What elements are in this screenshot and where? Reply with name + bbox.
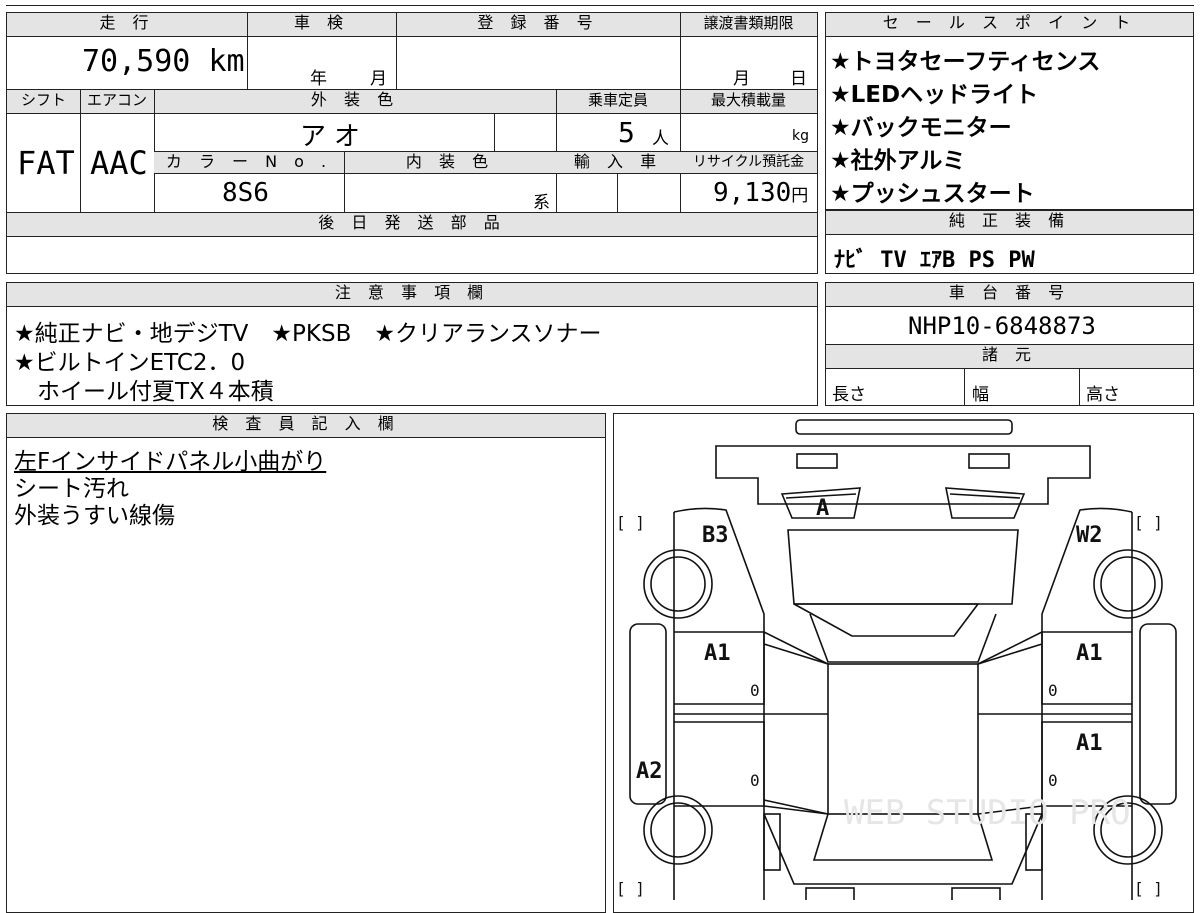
- registration-header: 登 録 番 号: [396, 13, 680, 37]
- sales-point: ★LEDヘッドライト: [830, 82, 1039, 108]
- import-header: 輸 入 車: [556, 152, 680, 174]
- inspection-year-label: 年: [310, 69, 327, 89]
- car-diagram: A B3 W2 A1 A1 A1 A2 0 0 0 0 [ ] [ ] [ ] …: [616, 419, 1177, 900]
- door-zero: 0: [1048, 771, 1058, 790]
- exterior-color-value: アオ: [300, 122, 369, 152]
- sales-point: ★トヨタセーフティセンス: [830, 49, 1101, 75]
- sales-points-list: ★トヨタセーフティセンス ★LEDヘッドライト ★バックモニター ★社外アルミ …: [830, 42, 1100, 207]
- aircon-header: エアコン: [80, 90, 154, 114]
- specs-header: 諸 元: [826, 345, 1193, 369]
- transfer-deadline-header: 譲渡書類期限: [680, 13, 817, 37]
- mileage-header: 走 行: [7, 13, 247, 37]
- notes-list: ★純正ナビ・地デジTV ★PKSB ★クリアランスソナー ★ビルトインETC2．…: [14, 314, 602, 405]
- mark-right-rear-door: A1: [1076, 731, 1103, 756]
- color-no-value: 8S6: [222, 178, 269, 208]
- height-label: 高さ: [1086, 385, 1120, 405]
- bracket: [ ]: [616, 513, 645, 532]
- door-zero: 0: [750, 681, 760, 700]
- recycle-value: 9,130円: [713, 178, 809, 208]
- genuine-equipment-header: 純 正 装 備: [826, 211, 1193, 235]
- capacity-value: 5: [618, 116, 635, 149]
- note-line: ホイール付夏TX４本積: [14, 379, 274, 405]
- width-label: 幅: [972, 385, 989, 405]
- sales-point: ★プッシュスタート: [830, 181, 1035, 207]
- sales-points-header: セ ー ル ス ポ イ ン ト: [826, 13, 1193, 37]
- watermark: WEB STUDIO PRO: [844, 793, 1131, 833]
- capacity-header: 乗車定員: [556, 90, 680, 114]
- top-strip: [6, 0, 1194, 6]
- interior-suffix: 系: [533, 193, 550, 213]
- bracket: [ ]: [1134, 513, 1163, 532]
- color-no-header: カ ラ ー N o .: [154, 152, 344, 174]
- sales-point: ★バックモニター: [830, 115, 1012, 141]
- deadline-month-label: 月: [733, 69, 750, 89]
- inspector-header: 検 査 員 記 入 欄: [7, 414, 605, 438]
- inspection-header: 車 検: [247, 13, 396, 37]
- note-line: ★純正ナビ・地デジTV ★PKSB ★クリアランスソナー: [14, 321, 602, 347]
- door-zero: 0: [750, 771, 760, 790]
- inspector-note: 左Fインサイドパネル小曲がり: [14, 449, 327, 475]
- mark-right-front: W2: [1076, 523, 1103, 548]
- inspector-note: 外装うすい線傷: [14, 503, 175, 529]
- mark-left-front-door: A1: [704, 641, 731, 666]
- mileage-value: 70,590 km: [82, 44, 245, 79]
- inspection-month-label: 月: [370, 69, 387, 89]
- later-parts-header: 後 日 発 送 部 品: [7, 213, 817, 237]
- genuine-equipment-value: ﾅﾋﾞ TV ｴｱB PS PW: [834, 248, 1035, 273]
- max-load-header: 最大積載量: [680, 90, 817, 114]
- interior-color-header: 内 装 色: [344, 152, 556, 174]
- mark-front-glass: A: [816, 496, 829, 521]
- bracket: [ ]: [616, 879, 645, 898]
- length-label: 長さ: [832, 385, 866, 405]
- mark-left-rear-side: A2: [636, 759, 663, 784]
- aircon-value: AAC: [90, 144, 148, 182]
- shift-value: FAT: [17, 144, 75, 182]
- note-line: ★ビルトインETC2．0: [14, 350, 246, 376]
- chassis-number-header: 車 台 番 号: [826, 283, 1193, 307]
- max-load-unit: kg: [792, 128, 809, 144]
- mark-right-front-door: A1: [1076, 641, 1103, 666]
- inspector-notes: 左Fインサイドパネル小曲がり シート汚れ 外装うすい線傷: [14, 442, 327, 529]
- chassis-number-value: NHP10-6848873: [908, 312, 1096, 340]
- exterior-color-header: 外 装 色: [154, 90, 556, 114]
- deadline-day-label: 日: [790, 69, 807, 89]
- bracket: [ ]: [1134, 879, 1163, 898]
- shift-header: シフト: [7, 90, 80, 114]
- door-zero: 0: [1048, 681, 1058, 700]
- recycle-header: リサイクル預託金: [680, 152, 817, 174]
- mark-left-front: B3: [702, 523, 729, 548]
- notes-header: 注 意 事 項 欄: [7, 283, 817, 307]
- sales-point: ★社外アルミ: [830, 148, 966, 174]
- capacity-unit: 人: [652, 129, 669, 149]
